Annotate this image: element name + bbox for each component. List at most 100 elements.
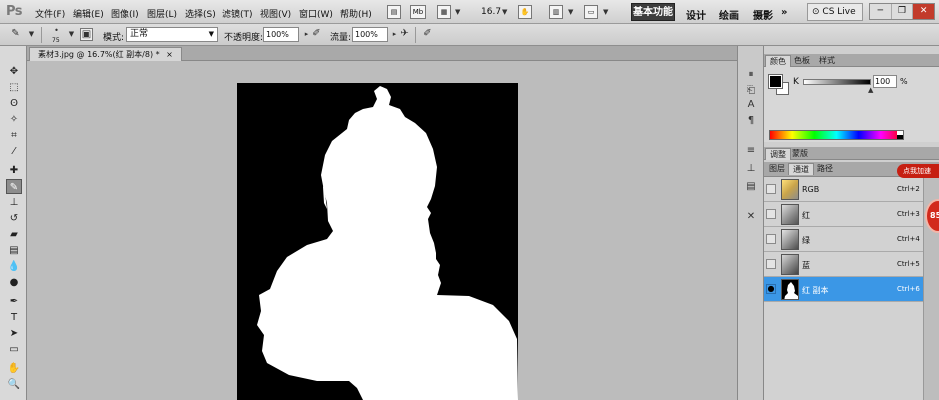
- tab-layers[interactable]: 图层: [765, 163, 789, 175]
- tab-channels[interactable]: 通道: [788, 163, 814, 175]
- hand-tool-icon[interactable]: ✋: [6, 361, 22, 376]
- divider: [41, 27, 42, 43]
- foreground-color-swatch[interactable]: [768, 74, 783, 89]
- lasso-tool-icon[interactable]: ʘ: [6, 96, 22, 111]
- minimize-icon[interactable]: ─: [870, 4, 892, 19]
- menu-help[interactable]: 帮助(H): [340, 7, 372, 20]
- arrange-documents-icon[interactable]: ▥: [549, 5, 563, 19]
- flow-input[interactable]: 100%: [352, 27, 388, 42]
- history-panel-icon[interactable]: ⏸: [744, 68, 758, 82]
- character-panel-icon[interactable]: A: [744, 98, 758, 112]
- channel-name: RGB: [802, 185, 820, 194]
- chevron-down-icon[interactable]: ▼: [568, 8, 573, 16]
- eraser-tool-icon[interactable]: ▰: [6, 227, 22, 242]
- paragraph-panel-icon[interactable]: ¶: [744, 114, 758, 128]
- channel-k-label: K: [793, 77, 799, 87]
- pressure-size-icon[interactable]: ✐: [421, 28, 434, 41]
- channel-row-green[interactable]: 绿 Ctrl+4: [764, 227, 923, 252]
- view-extras-icon[interactable]: ▦: [437, 5, 451, 19]
- channel-row-red[interactable]: 红 Ctrl+3: [764, 202, 923, 227]
- channel-row-red-copy[interactable]: ● 红 副本 Ctrl+6: [764, 277, 923, 302]
- canvas-area[interactable]: [27, 61, 737, 400]
- chevron-down-icon[interactable]: ▼: [25, 28, 38, 41]
- clone-stamp-tool-icon[interactable]: ⊥: [6, 195, 22, 210]
- eyedropper-tool-icon[interactable]: ⁄: [6, 144, 22, 159]
- quick-select-tool-icon[interactable]: ✧: [6, 112, 22, 127]
- type-tool-icon[interactable]: T: [6, 310, 22, 325]
- chevron-down-icon[interactable]: ▼: [455, 8, 460, 16]
- close-icon[interactable]: ✕: [913, 4, 935, 19]
- visibility-toggle[interactable]: [766, 209, 776, 219]
- brush-presets-icon[interactable]: ≡: [744, 144, 758, 158]
- menu-file[interactable]: 文件(F): [35, 7, 65, 20]
- marquee-tool-icon[interactable]: ⬚: [6, 80, 22, 95]
- bridge-icon[interactable]: ▤: [387, 5, 401, 19]
- menu-window[interactable]: 窗口(W): [299, 7, 333, 20]
- workspace-more-button[interactable]: »: [781, 7, 787, 18]
- workspace-painting[interactable]: 绘画: [719, 7, 739, 22]
- dodge-tool-icon[interactable]: ●: [6, 275, 22, 290]
- clone-source-icon[interactable]: ⊥: [744, 162, 758, 176]
- eye-icon[interactable]: ●: [766, 284, 776, 294]
- crop-tool-icon[interactable]: ⌗: [6, 128, 22, 143]
- menu-image[interactable]: 图像(I): [111, 7, 139, 20]
- menu-view[interactable]: 视图(V): [260, 7, 291, 20]
- screen-mode-icon[interactable]: ▭: [584, 5, 598, 19]
- move-tool-icon[interactable]: ✥: [6, 64, 22, 79]
- path-select-tool-icon[interactable]: ➤: [6, 326, 22, 341]
- pen-tool-icon[interactable]: ✒: [6, 294, 22, 309]
- pressure-opacity-icon[interactable]: ✐: [310, 28, 323, 41]
- restore-icon[interactable]: ❐: [892, 4, 914, 19]
- k-value-input[interactable]: 100: [873, 75, 897, 88]
- brush-tool-icon[interactable]: ✎: [9, 28, 22, 41]
- channel-row-rgb[interactable]: RGB Ctrl+2: [764, 177, 923, 202]
- speedup-badge[interactable]: 点我加速: [897, 164, 939, 178]
- hand-tool-icon[interactable]: ✋: [518, 5, 532, 19]
- opacity-input[interactable]: 100%: [263, 27, 299, 42]
- channel-shortcut: Ctrl+2: [897, 185, 920, 193]
- menu-edit[interactable]: 编辑(E): [73, 7, 104, 20]
- chevron-down-icon[interactable]: ▼: [65, 28, 78, 41]
- tab-styles[interactable]: 样式: [815, 55, 839, 67]
- airbrush-icon[interactable]: ✈: [398, 28, 411, 41]
- shape-tool-icon[interactable]: ▭: [6, 342, 22, 357]
- brush-panel-icon[interactable]: ▣: [80, 28, 93, 41]
- chevron-down-icon[interactable]: ▼: [502, 8, 507, 16]
- menu-layer[interactable]: 图层(L): [147, 7, 177, 20]
- close-icon[interactable]: ×: [166, 50, 173, 59]
- blur-tool-icon[interactable]: 💧: [6, 259, 22, 274]
- menu-select[interactable]: 选择(S): [185, 7, 216, 20]
- visibility-toggle[interactable]: [766, 184, 776, 194]
- tab-color[interactable]: 颜色: [765, 55, 791, 67]
- tab-swatches[interactable]: 色板: [790, 55, 814, 67]
- document-tab[interactable]: 素材3.jpg @ 16.7%(红 副本/8) * ×: [29, 47, 182, 61]
- visibility-toggle[interactable]: [766, 259, 776, 269]
- workspace-essentials[interactable]: 基本功能: [631, 3, 675, 21]
- history-brush-tool-icon[interactable]: ↺: [6, 211, 22, 226]
- tool-presets-icon[interactable]: ▤: [744, 180, 758, 194]
- actions-panel-icon[interactable]: ⎗: [744, 84, 758, 98]
- brush-tool-icon[interactable]: ✎: [6, 179, 22, 194]
- opacity-label: 不透明度:: [224, 33, 264, 43]
- cs-live-button[interactable]: ⊙ CS Live: [807, 3, 863, 21]
- zoom-level[interactable]: 16.7: [481, 7, 501, 17]
- mode-select[interactable]: 正常 ▼: [126, 27, 218, 42]
- channel-thumbnail: [781, 204, 799, 225]
- healing-brush-tool-icon[interactable]: ✚: [6, 163, 22, 178]
- tab-masks[interactable]: 蒙版: [788, 148, 812, 160]
- chevron-down-icon: ▼: [208, 30, 214, 38]
- mini-bridge-button[interactable]: Mb: [410, 5, 426, 19]
- workspace-design[interactable]: 设计: [686, 7, 706, 22]
- tools-panel-icon[interactable]: ✕: [744, 210, 758, 224]
- color-spectrum[interactable]: [769, 130, 904, 140]
- document-canvas[interactable]: [237, 83, 518, 400]
- channel-row-blue[interactable]: 蓝 Ctrl+5: [764, 252, 923, 277]
- zoom-tool-icon[interactable]: 🔍: [6, 377, 22, 392]
- chevron-down-icon[interactable]: ▼: [603, 8, 608, 16]
- gradient-tool-icon[interactable]: ▤: [6, 243, 22, 258]
- tab-paths[interactable]: 路径: [813, 163, 837, 175]
- menu-filter[interactable]: 滤镜(T): [222, 7, 253, 20]
- k-slider[interactable]: [803, 79, 871, 85]
- visibility-toggle[interactable]: [766, 234, 776, 244]
- workspace-photography[interactable]: 摄影: [753, 7, 773, 22]
